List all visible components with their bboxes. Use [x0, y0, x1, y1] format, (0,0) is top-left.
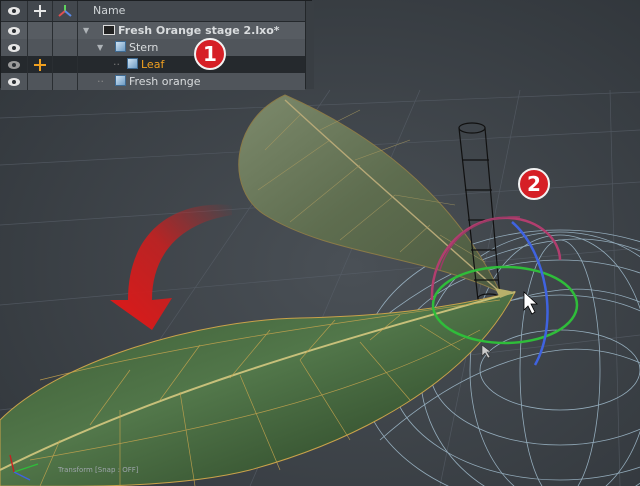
- eye-icon[interactable]: [7, 43, 21, 53]
- tree-connector: ··: [97, 75, 104, 88]
- name-column-header[interactable]: Name: [93, 4, 125, 17]
- item-list-header: Name: [1, 1, 305, 22]
- mesh-cube-icon: [127, 58, 138, 69]
- transform-status-text: Transform [Snap : OFF]: [58, 466, 139, 474]
- axes-column-header[interactable]: [52, 1, 78, 21]
- axes-icon: [57, 5, 72, 17]
- eye-icon: [8, 7, 20, 15]
- callout-badge-1: 1: [194, 38, 226, 70]
- callout-badge-2: 2: [518, 168, 550, 200]
- item-row-stern[interactable]: ▼ Stern: [1, 39, 305, 56]
- item-list-panel: Name ▼ Fresh Orange stage 2.lxo* ▼ Stern…: [0, 0, 314, 90]
- mesh-cube-icon: [115, 75, 126, 86]
- item-row-scene[interactable]: ▼ Fresh Orange stage 2.lxo*: [1, 22, 305, 39]
- tree-connector: ··: [113, 58, 120, 71]
- eye-icon[interactable]: [7, 26, 21, 36]
- transform-icon: [33, 5, 46, 17]
- mesh-cube-icon: [115, 41, 126, 52]
- item-row-leaf[interactable]: ·· Leaf: [1, 56, 305, 73]
- item-row-fresh-orange[interactable]: ·· Fresh orange: [1, 73, 305, 90]
- item-list-scrollbar[interactable]: [305, 1, 314, 89]
- transform-icon[interactable]: [33, 58, 47, 72]
- expand-triangle-icon[interactable]: ▼: [97, 43, 103, 52]
- eye-icon[interactable]: [7, 60, 21, 70]
- expand-triangle-icon[interactable]: ▼: [83, 26, 89, 35]
- stern-item-label: Stern: [129, 41, 159, 54]
- transform-column-header[interactable]: [27, 1, 53, 21]
- scene-item-label: Fresh Orange stage 2.lxo*: [118, 24, 280, 37]
- visibility-column-header[interactable]: [1, 1, 28, 21]
- eye-icon[interactable]: [7, 77, 21, 87]
- fresh-orange-item-label: Fresh orange: [129, 75, 201, 88]
- scene-clapper-icon: [103, 25, 115, 35]
- leaf-item-label: Leaf: [141, 58, 165, 71]
